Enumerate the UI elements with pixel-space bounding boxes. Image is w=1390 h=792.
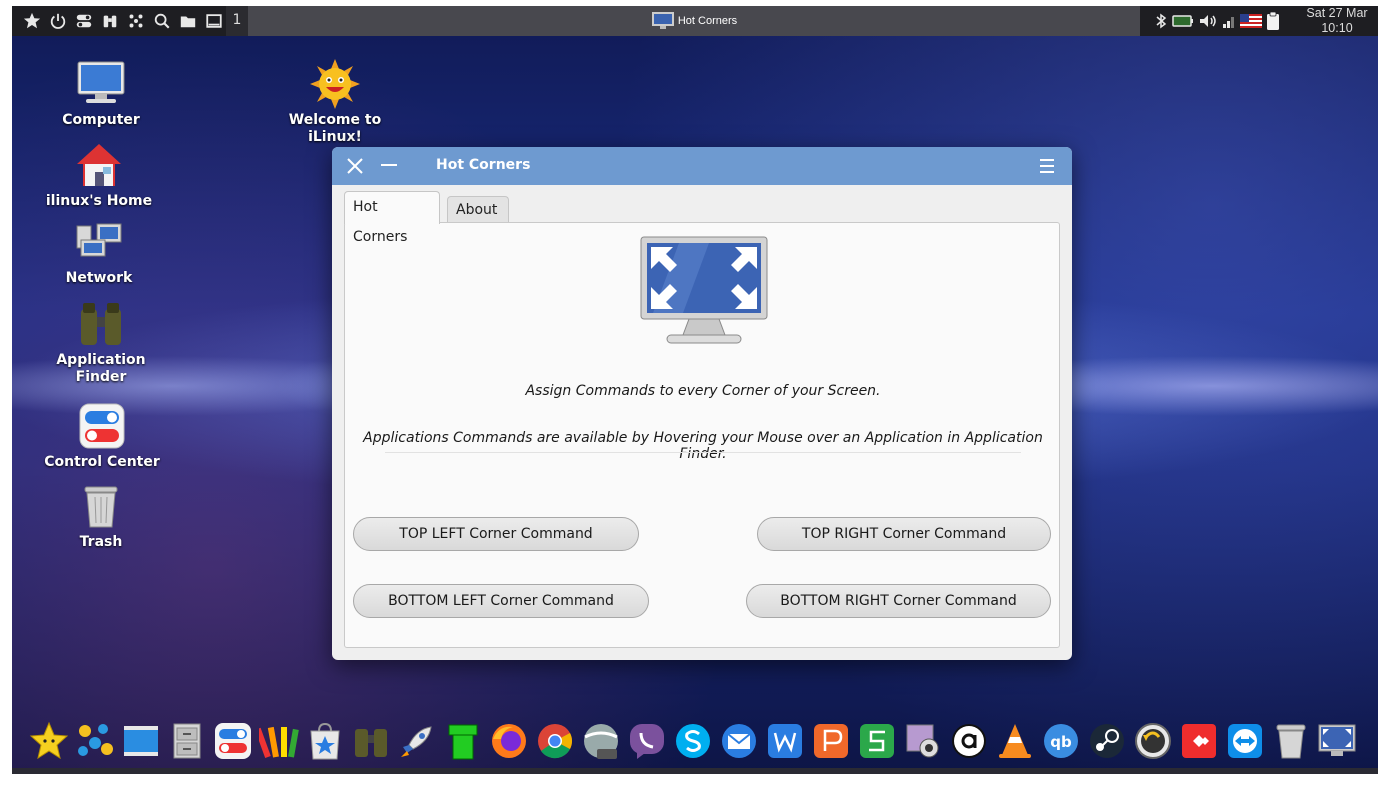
tab-hot-corners[interactable]: Hot Corners — [344, 191, 440, 245]
top-right-command-button[interactable]: TOP RIGHT Corner Command — [757, 517, 1051, 551]
home-icon — [73, 139, 125, 191]
color-palette-icon[interactable] — [258, 720, 300, 762]
minimize-icon[interactable] — [381, 164, 397, 166]
amazon-icon[interactable] — [948, 720, 990, 762]
monitor-expand-icon — [639, 235, 769, 347]
desktop-icon-welcome[interactable]: Welcome to iLinux! — [270, 58, 400, 146]
desktop-icon-label: ilinux's Home — [45, 193, 153, 209]
trash-icon — [75, 480, 127, 532]
binoculars-icon — [75, 298, 127, 350]
grid-dots-icon[interactable] — [126, 11, 146, 31]
battery-icon[interactable] — [1172, 12, 1194, 30]
svg-text:qb: qb — [1050, 733, 1072, 751]
viber-icon[interactable] — [626, 720, 668, 762]
clock-date: Sat 27 Mar — [1306, 6, 1368, 20]
hot-corners-panel: Assign Commands to every Corner of your … — [344, 222, 1060, 648]
desktop-icon-label: Application Finder — [56, 352, 146, 385]
dock-shelf — [12, 768, 1378, 774]
wps-writer-icon[interactable] — [764, 720, 806, 762]
desktop-icon-label: Trash — [79, 534, 123, 550]
tab-about[interactable]: About — [447, 196, 509, 223]
task-label: Hot Corners — [677, 15, 738, 27]
app-store-icon[interactable] — [304, 720, 346, 762]
favorites-star-icon[interactable] — [28, 720, 70, 762]
desktop-icon-network[interactable]: Network — [34, 216, 164, 287]
desktop-icon-home[interactable]: ilinux's Home — [34, 139, 164, 210]
desktop-icon-label: Welcome to iLinux! — [288, 112, 382, 145]
hot-corners-icon[interactable] — [1316, 720, 1358, 762]
description-hover: Applications Commands are available by H… — [363, 430, 1043, 462]
chrome-icon[interactable] — [534, 720, 576, 762]
desktop-icon-trash[interactable]: Trash — [36, 480, 166, 551]
volume-icon[interactable] — [1198, 12, 1218, 30]
wps-presentation-icon[interactable] — [810, 720, 852, 762]
power-icon[interactable] — [48, 11, 68, 31]
clipboard-icon[interactable] — [1266, 11, 1280, 31]
network-icon — [73, 216, 125, 268]
separator — [385, 452, 1021, 453]
clock-time: 10:10 — [1321, 21, 1353, 35]
bottom-left-command-button[interactable]: BOTTOM LEFT Corner Command — [353, 584, 649, 618]
hot-corners-icon — [651, 12, 674, 29]
desktop-icon-application-finder[interactable]: Application Finder — [36, 298, 166, 386]
sun-icon — [309, 58, 361, 110]
qbittorrent-icon[interactable]: qb — [1040, 720, 1082, 762]
system-tray — [1140, 6, 1300, 36]
vlc-icon[interactable] — [994, 720, 1036, 762]
hamburger-menu-icon[interactable] — [1040, 159, 1056, 173]
firefox-icon[interactable] — [488, 720, 530, 762]
favorites-star-icon[interactable] — [22, 11, 42, 31]
dock: qb — [28, 712, 1368, 770]
panel-launchers — [12, 6, 224, 36]
desktop-icon-label: Control Center — [44, 454, 160, 470]
window-icon[interactable] — [204, 11, 224, 31]
desktop-icon-label: Network — [65, 270, 133, 286]
teamviewer-icon[interactable] — [1224, 720, 1266, 762]
close-icon[interactable] — [346, 157, 364, 175]
bluetooth-icon[interactable] — [1154, 12, 1168, 30]
description-assign: Assign Commands to every Corner of your … — [525, 383, 881, 399]
steam-icon[interactable] — [1086, 720, 1128, 762]
control-center-icon — [76, 400, 128, 452]
signal-icon[interactable] — [1222, 12, 1236, 30]
tasklist: Hot Corners — [248, 6, 1140, 36]
bottom-right-command-button[interactable]: BOTTOM RIGHT Corner Command — [746, 584, 1051, 618]
google-earth-pro-icon[interactable] — [580, 720, 622, 762]
computer-icon — [75, 58, 127, 110]
desktop-icon-control-center[interactable]: Control Center — [37, 400, 167, 471]
binoculars-icon[interactable] — [100, 11, 120, 31]
top-panel: 1 Hot Corners Sat 27 Mar 10:10 — [12, 6, 1378, 36]
file-cabinet-icon[interactable] — [166, 720, 208, 762]
app-grid-icon[interactable] — [74, 720, 116, 762]
desktop-icon-label: Computer — [62, 112, 140, 128]
workspace-switcher[interactable]: 1 — [226, 6, 248, 36]
desktop: 1 Hot Corners Sat 27 Mar 10:10 Computer — [12, 6, 1378, 774]
clock[interactable]: Sat 27 Mar 10:10 — [1296, 6, 1378, 36]
wps-spreadsheet-icon[interactable] — [856, 720, 898, 762]
skype-icon[interactable] — [672, 720, 714, 762]
anydesk-icon[interactable] — [1178, 720, 1220, 762]
control-center-icon[interactable] — [212, 720, 254, 762]
desktop-icon-computer[interactable]: Computer — [36, 58, 166, 129]
folder-icon[interactable] — [178, 11, 198, 31]
mail-icon[interactable] — [718, 720, 760, 762]
trash-icon[interactable] — [1270, 720, 1312, 762]
webcam-icon[interactable] — [902, 720, 944, 762]
window-titlebar[interactable]: Hot Corners — [332, 147, 1072, 185]
timeshift-icon[interactable] — [1132, 720, 1174, 762]
hot-corners-task-button[interactable]: Hot Corners — [651, 11, 737, 31]
hot-corners-window: Hot Corners Hot Corners About Assign Com… — [332, 147, 1072, 660]
show-desktop-icon[interactable] — [120, 720, 162, 762]
green-pipe-icon[interactable] — [442, 720, 484, 762]
rocket-icon[interactable] — [396, 720, 438, 762]
search-icon[interactable] — [152, 11, 172, 31]
top-left-command-button[interactable]: TOP LEFT Corner Command — [353, 517, 639, 551]
window-title: Hot Corners — [436, 157, 531, 173]
us-flag-icon[interactable] — [1240, 13, 1262, 29]
binoculars-icon[interactable] — [350, 720, 392, 762]
toggle-icon[interactable] — [74, 11, 94, 31]
